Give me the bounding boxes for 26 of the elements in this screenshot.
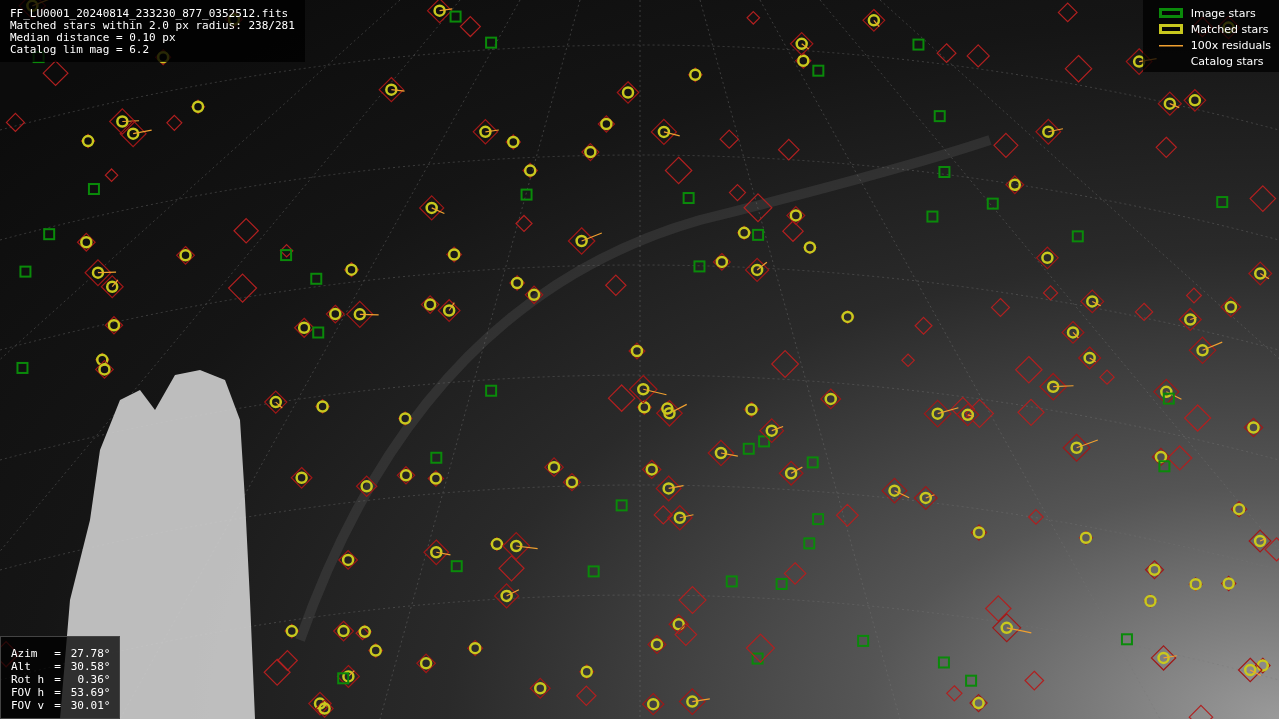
info-line: FF_LU0001_20240814_233230_877_0352512.fits (10, 8, 290, 20)
pointing-value: 27.78° (70, 647, 111, 660)
image-star-marker-icon (1158, 8, 1183, 18)
legend-label: Matched stars (1190, 22, 1269, 36)
pointing-label: Azim (11, 647, 39, 660)
equals-sign: = (54, 673, 61, 686)
legend-label: 100x residuals (1190, 38, 1271, 52)
legend-label: Catalog stars (1190, 54, 1264, 68)
info-line: Catalog lim mag = 6.2 (10, 44, 151, 56)
pointing-label: FOV h (11, 686, 45, 699)
pointing-label: Alt (11, 660, 32, 673)
equals-sign: = (54, 686, 61, 699)
legend-label: Image stars (1190, 6, 1256, 20)
pointing-value: 0.36° (76, 673, 111, 686)
pointing-label: FOV v (11, 699, 45, 712)
pointing-value: 30.01° (70, 699, 111, 712)
matched-star-marker-icon (1158, 24, 1183, 34)
info-line: Matched stars within 2.0 px radius: 238/281 (10, 20, 295, 32)
pointing-label: Rot h (11, 673, 45, 686)
info-line: Median distance = 0.10 px (10, 32, 177, 44)
equals-sign: = (54, 647, 61, 660)
equals-sign: = (54, 699, 61, 712)
equals-sign: = (54, 660, 61, 673)
pointing-value: 53.69° (70, 686, 111, 699)
line-icon (1158, 43, 1183, 47)
pointing-value: 30.58° (70, 660, 111, 673)
